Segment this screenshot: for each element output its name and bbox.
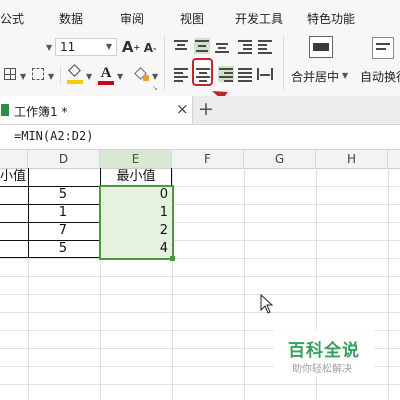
cell-d5[interactable]: 5 — [28, 240, 100, 258]
column-header-e[interactable]: E — [100, 150, 172, 168]
header-cell-min-value[interactable]: 最小值 — [100, 168, 172, 186]
selection-range — [99, 185, 174, 260]
watermark-title: 百科全说 — [288, 341, 360, 361]
mouse-cursor-icon — [260, 294, 274, 314]
formula-bar: =MIN(A2:D2) — [0, 125, 400, 150]
formula-input[interactable]: =MIN(A2:D2) — [14, 129, 93, 143]
column-header-row: D E F G H — [0, 150, 400, 169]
spreadsheet-file-icon — [1, 104, 9, 116]
document-title: 工作簿1 * — [14, 105, 68, 119]
cell-d2[interactable]: 5 — [28, 186, 100, 204]
column-header-c[interactable] — [0, 150, 28, 168]
add-tab-icon[interactable]: + — [198, 98, 214, 120]
watermark: 百科全说 助你轻松解决 — [274, 330, 374, 376]
fill-handle[interactable] — [170, 256, 175, 261]
column-header-d[interactable]: D — [28, 150, 100, 168]
column-header-g[interactable]: G — [244, 150, 316, 168]
column-header-h[interactable]: H — [316, 150, 388, 168]
document-tab-bar: 工作簿1 * × + — [0, 96, 400, 125]
header-cell-min[interactable]: 小值 — [0, 168, 28, 186]
column-header-f[interactable]: F — [172, 150, 244, 168]
watermark-subtitle: 助你轻松解决 — [292, 364, 352, 375]
document-tab[interactable]: 工作簿1 * × — [0, 96, 193, 124]
cell-d3[interactable]: 1 — [28, 204, 100, 222]
cell-d4[interactable]: 7 — [28, 222, 100, 240]
close-icon[interactable]: × — [176, 100, 189, 118]
